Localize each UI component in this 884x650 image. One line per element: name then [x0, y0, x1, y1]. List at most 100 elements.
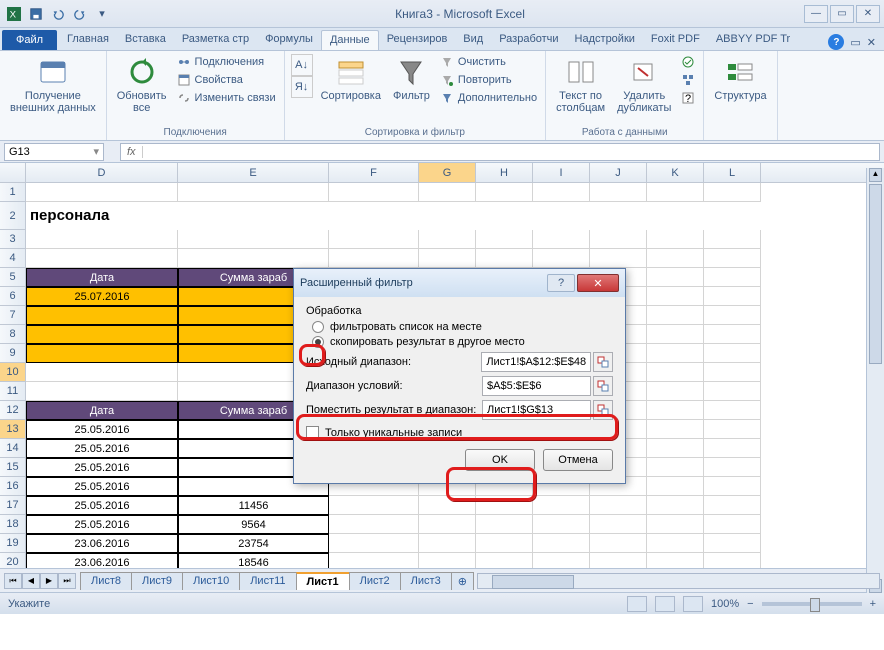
tab-Разработчи[interactable]: Разработчи [491, 30, 566, 50]
cell[interactable] [26, 382, 178, 401]
cell[interactable] [533, 230, 590, 249]
cell[interactable] [476, 515, 533, 534]
formula-input[interactable]: fx [120, 143, 880, 161]
cell[interactable] [590, 496, 647, 515]
get-external-data-button[interactable]: Получение внешних данных [6, 54, 100, 116]
cell[interactable]: 25.05.2016 [26, 496, 178, 515]
cell[interactable] [704, 325, 761, 344]
cell[interactable] [647, 287, 704, 306]
help-icon[interactable]: ? [828, 34, 844, 50]
scroll-thumb[interactable] [869, 184, 882, 364]
cell[interactable] [329, 553, 419, 568]
cell[interactable] [704, 534, 761, 553]
cell[interactable]: 23754 [178, 534, 329, 553]
cell[interactable] [704, 439, 761, 458]
cell[interactable] [178, 249, 329, 268]
cell[interactable] [419, 553, 476, 568]
column-header[interactable]: E [178, 163, 329, 182]
cell[interactable] [419, 534, 476, 553]
column-header[interactable]: F [329, 163, 419, 182]
copyto-range-input[interactable]: Лист1!$G$13 [482, 400, 591, 420]
dialog-titlebar[interactable]: Расширенный фильтр ? ✕ [294, 269, 625, 297]
cell[interactable] [647, 230, 704, 249]
cell[interactable] [476, 230, 533, 249]
cell[interactable] [590, 230, 647, 249]
data-validation-button[interactable] [679, 54, 697, 70]
zoom-level[interactable]: 100% [711, 598, 739, 610]
select-all-corner[interactable] [0, 163, 26, 182]
cell[interactable] [704, 268, 761, 287]
tab-Разметка стр[interactable]: Разметка стр [174, 30, 257, 50]
cell[interactable] [647, 439, 704, 458]
dialog-help-button[interactable]: ? [547, 274, 575, 292]
connections-button[interactable]: Подключения [175, 54, 278, 70]
minimize-ribbon-icon[interactable]: ▭ [850, 36, 860, 49]
cell[interactable] [647, 496, 704, 515]
unique-checkbox[interactable]: Только уникальные записи [306, 426, 613, 439]
row-header[interactable]: 12 [0, 401, 26, 420]
row-header[interactable]: 15 [0, 458, 26, 477]
radio-filter-inplace[interactable]: фильтровать список на месте [312, 321, 613, 333]
zoom-in-icon[interactable]: + [870, 598, 876, 610]
cell[interactable] [647, 344, 704, 363]
column-header[interactable]: H [476, 163, 533, 182]
cell[interactable] [704, 363, 761, 382]
cell[interactable] [26, 183, 178, 202]
cell[interactable] [178, 183, 329, 202]
sort-za-button[interactable]: Я↓ [291, 76, 313, 98]
cell[interactable] [647, 401, 704, 420]
cell[interactable] [533, 183, 590, 202]
row-header[interactable]: 8 [0, 325, 26, 344]
cell[interactable] [647, 325, 704, 344]
view-pagebreak-icon[interactable] [683, 596, 703, 612]
tab-Рецензиров[interactable]: Рецензиров [379, 30, 456, 50]
cell[interactable]: 25.05.2016 [26, 439, 178, 458]
row-header[interactable]: 20 [0, 553, 26, 568]
tab-file[interactable]: Файл [2, 30, 57, 50]
cell[interactable] [419, 230, 476, 249]
sort-az-button[interactable]: А↓ [291, 54, 313, 76]
maximize-button[interactable]: ▭ [830, 5, 854, 23]
tab-Главная[interactable]: Главная [59, 30, 117, 50]
cell[interactable] [329, 534, 419, 553]
edit-links-button[interactable]: Изменить связи [175, 90, 278, 106]
redo-icon[interactable] [70, 4, 90, 24]
sort-button[interactable]: Сортировка [317, 54, 385, 104]
cell[interactable] [329, 496, 419, 515]
tab-ABBYY PDF Tr[interactable]: ABBYY PDF Tr [708, 30, 798, 50]
reapply-button[interactable]: Повторить [438, 72, 539, 88]
cell[interactable] [704, 515, 761, 534]
criteria-range-picker-icon[interactable] [593, 376, 613, 396]
cell[interactable] [590, 515, 647, 534]
cell[interactable] [647, 363, 704, 382]
cell[interactable] [419, 249, 476, 268]
cell[interactable]: 25.05.2016 [26, 515, 178, 534]
row-header[interactable]: 19 [0, 534, 26, 553]
text-to-columns-button[interactable]: Текст по столбцам [552, 54, 609, 116]
cell[interactable] [704, 344, 761, 363]
cell[interactable] [647, 477, 704, 496]
source-range-input[interactable]: Лист1!$A$12:$E$48 [481, 352, 591, 372]
new-sheet-button[interactable]: ⊕ [451, 572, 474, 590]
row-header[interactable]: 9 [0, 344, 26, 363]
cell[interactable] [26, 306, 178, 325]
minimize-button[interactable]: — [804, 5, 828, 23]
scroll-up-icon[interactable]: ▲ [869, 168, 882, 182]
cell[interactable] [476, 534, 533, 553]
cell[interactable] [647, 534, 704, 553]
radio-copy-to[interactable]: скопировать результат в другое место [312, 336, 613, 348]
cell[interactable] [704, 287, 761, 306]
row-header[interactable]: 13 [0, 420, 26, 439]
cell[interactable] [329, 515, 419, 534]
tab-Надстройки[interactable]: Надстройки [567, 30, 643, 50]
sheet-tab[interactable]: Лист1 [296, 572, 350, 590]
whatif-button[interactable]: ? [679, 90, 697, 106]
cell[interactable] [329, 230, 419, 249]
undo-icon[interactable] [48, 4, 68, 24]
close-button[interactable]: ✕ [856, 5, 880, 23]
cell[interactable] [590, 553, 647, 568]
cell[interactable] [26, 325, 178, 344]
cell[interactable] [704, 420, 761, 439]
row-header[interactable]: 4 [0, 249, 26, 268]
cell[interactable] [533, 534, 590, 553]
